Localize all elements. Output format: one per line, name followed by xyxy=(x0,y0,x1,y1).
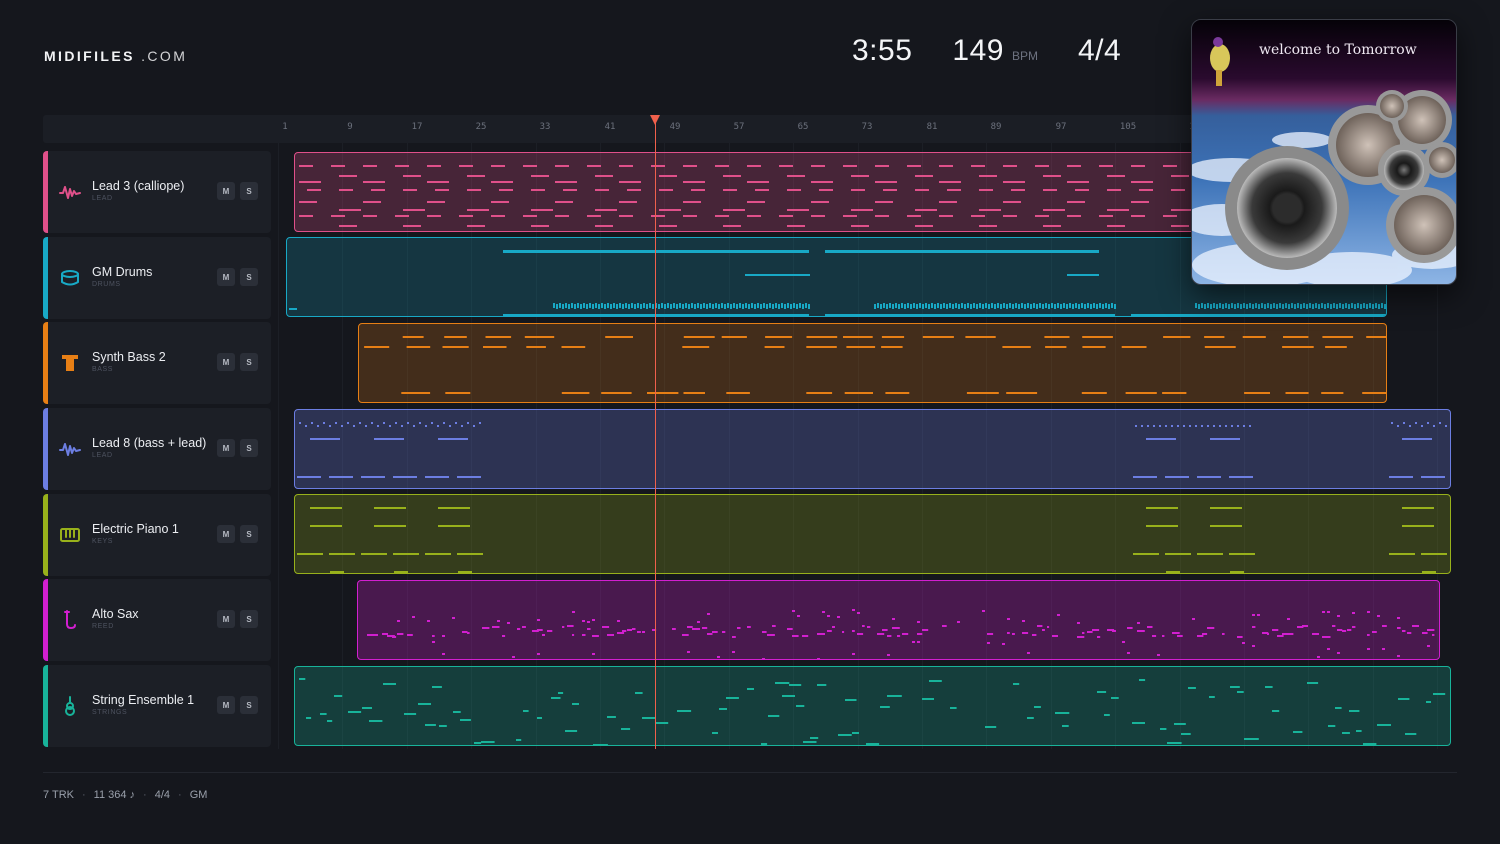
bass-icon xyxy=(58,351,82,375)
track-name: String Ensemble 1 xyxy=(92,693,195,707)
ruler-tick: 57 xyxy=(733,122,745,132)
site-logo[interactable]: MIDIFILES .COM xyxy=(44,48,187,64)
solo-button[interactable]: S xyxy=(240,353,258,371)
album-cover: welcome to Tomorrow xyxy=(1191,19,1457,285)
track-header[interactable]: Synth Bass 2 BASS M S xyxy=(43,322,271,404)
track-category: STRINGS xyxy=(92,709,128,716)
solo-button[interactable]: S xyxy=(240,268,258,286)
solo-button[interactable]: S xyxy=(240,439,258,457)
saxophone-icon xyxy=(58,608,82,632)
track-category: KEYS xyxy=(92,538,114,545)
clip-region[interactable] xyxy=(294,494,1451,574)
track-category: DRUMS xyxy=(92,281,121,288)
ruler-tick: 73 xyxy=(861,122,873,132)
footer-divider xyxy=(43,772,1457,773)
mute-button[interactable]: M xyxy=(217,182,235,200)
track-color-stripe xyxy=(43,151,48,233)
ruler-tick: 33 xyxy=(539,122,551,132)
track-header[interactable]: Alto Sax REED M S xyxy=(43,579,271,661)
violin-icon xyxy=(58,694,82,718)
note-pattern xyxy=(297,422,1447,478)
ruler-tick: 49 xyxy=(669,122,681,132)
ruler-tick: 97 xyxy=(1055,122,1067,132)
note-pattern xyxy=(297,507,1447,573)
track-header[interactable]: GM Drums DRUMS M S xyxy=(43,237,271,319)
track-color-stripe xyxy=(43,237,48,319)
logo-light: .COM xyxy=(141,48,188,64)
waveform-icon xyxy=(58,437,82,461)
solo-button[interactable]: S xyxy=(240,610,258,628)
track-category: LEAD xyxy=(92,195,113,202)
mute-button[interactable]: M xyxy=(217,353,235,371)
track-header[interactable]: Lead 3 (calliope) LEAD M S xyxy=(43,151,271,233)
track-category: LEAD xyxy=(92,452,113,459)
ruler-tick: 81 xyxy=(926,122,938,132)
track-name: Synth Bass 2 xyxy=(92,350,166,364)
duration: 3:55 xyxy=(852,34,913,67)
ruler-tick: 89 xyxy=(990,122,1002,132)
mute-button[interactable]: M xyxy=(217,268,235,286)
note-pattern xyxy=(367,609,1435,659)
solo-button[interactable]: S xyxy=(240,696,258,714)
grid-line xyxy=(278,143,279,749)
solo-button[interactable]: S xyxy=(240,525,258,543)
logo-bold: MIDIFILES xyxy=(44,48,135,64)
track-header[interactable]: String Ensemble 1 STRINGS M S xyxy=(43,665,271,747)
drum-icon xyxy=(58,266,82,290)
track-header[interactable]: Lead 8 (bass + lead) LEAD M S xyxy=(43,408,271,490)
tempo-unit: BPM xyxy=(1011,49,1038,63)
clip-region[interactable] xyxy=(294,666,1451,746)
clip-region[interactable] xyxy=(358,323,1387,403)
track-category: BASS xyxy=(92,366,114,373)
footer-time-signature: 4/4 xyxy=(154,789,171,801)
playhead[interactable] xyxy=(655,115,656,749)
footer-standard: GM xyxy=(189,789,208,801)
footer-notes: 11 364 ♪ xyxy=(93,789,136,801)
track-color-stripe xyxy=(43,665,48,747)
track-header[interactable]: Electric Piano 1 KEYS M S xyxy=(43,494,271,576)
ruler-tick: 41 xyxy=(604,122,616,132)
keyboard-icon xyxy=(58,523,82,547)
track-color-stripe xyxy=(43,494,48,576)
note-pattern xyxy=(299,678,1446,745)
track-color-stripe xyxy=(43,322,48,404)
clip-region[interactable] xyxy=(294,409,1451,489)
ruler-tick: 17 xyxy=(411,122,423,132)
mute-button[interactable]: M xyxy=(217,610,235,628)
track-name: GM Drums xyxy=(92,265,153,279)
tempo: 149 xyxy=(952,34,1004,67)
solo-button[interactable]: S xyxy=(240,182,258,200)
song-stats: 3:55 149 BPM 4/4 xyxy=(852,34,1121,68)
clip-region[interactable] xyxy=(357,580,1440,660)
ruler-tick: 105 xyxy=(1119,122,1137,132)
ruler-tick: 25 xyxy=(475,122,487,132)
track-name: Electric Piano 1 xyxy=(92,522,179,536)
track-color-stripe xyxy=(43,408,48,490)
mute-button[interactable]: M xyxy=(217,525,235,543)
mute-button[interactable]: M xyxy=(217,696,235,714)
ruler-tick: 9 xyxy=(347,122,353,132)
track-name: Lead 3 (calliope) xyxy=(92,179,185,193)
track-name: Lead 8 (bass + lead) xyxy=(92,436,207,450)
footer-stats: 7 TRK · 11 364 ♪ · 4/4 · GM xyxy=(43,789,208,801)
track-name: Alto Sax xyxy=(92,607,139,621)
waveform-icon xyxy=(58,180,82,204)
footer-tracks: 7 TRK xyxy=(43,789,74,801)
note-pattern xyxy=(364,336,1386,394)
mute-button[interactable]: M xyxy=(217,439,235,457)
ruler-tick: 65 xyxy=(797,122,809,132)
track-color-stripe xyxy=(43,579,48,661)
time-signature: 4/4 xyxy=(1077,34,1122,67)
ruler-tick: 1 xyxy=(282,122,288,132)
track-category: REED xyxy=(92,623,114,630)
tempo-group: 149 BPM xyxy=(952,34,1038,68)
cover-title: welcome to Tomorrow xyxy=(1259,42,1417,58)
